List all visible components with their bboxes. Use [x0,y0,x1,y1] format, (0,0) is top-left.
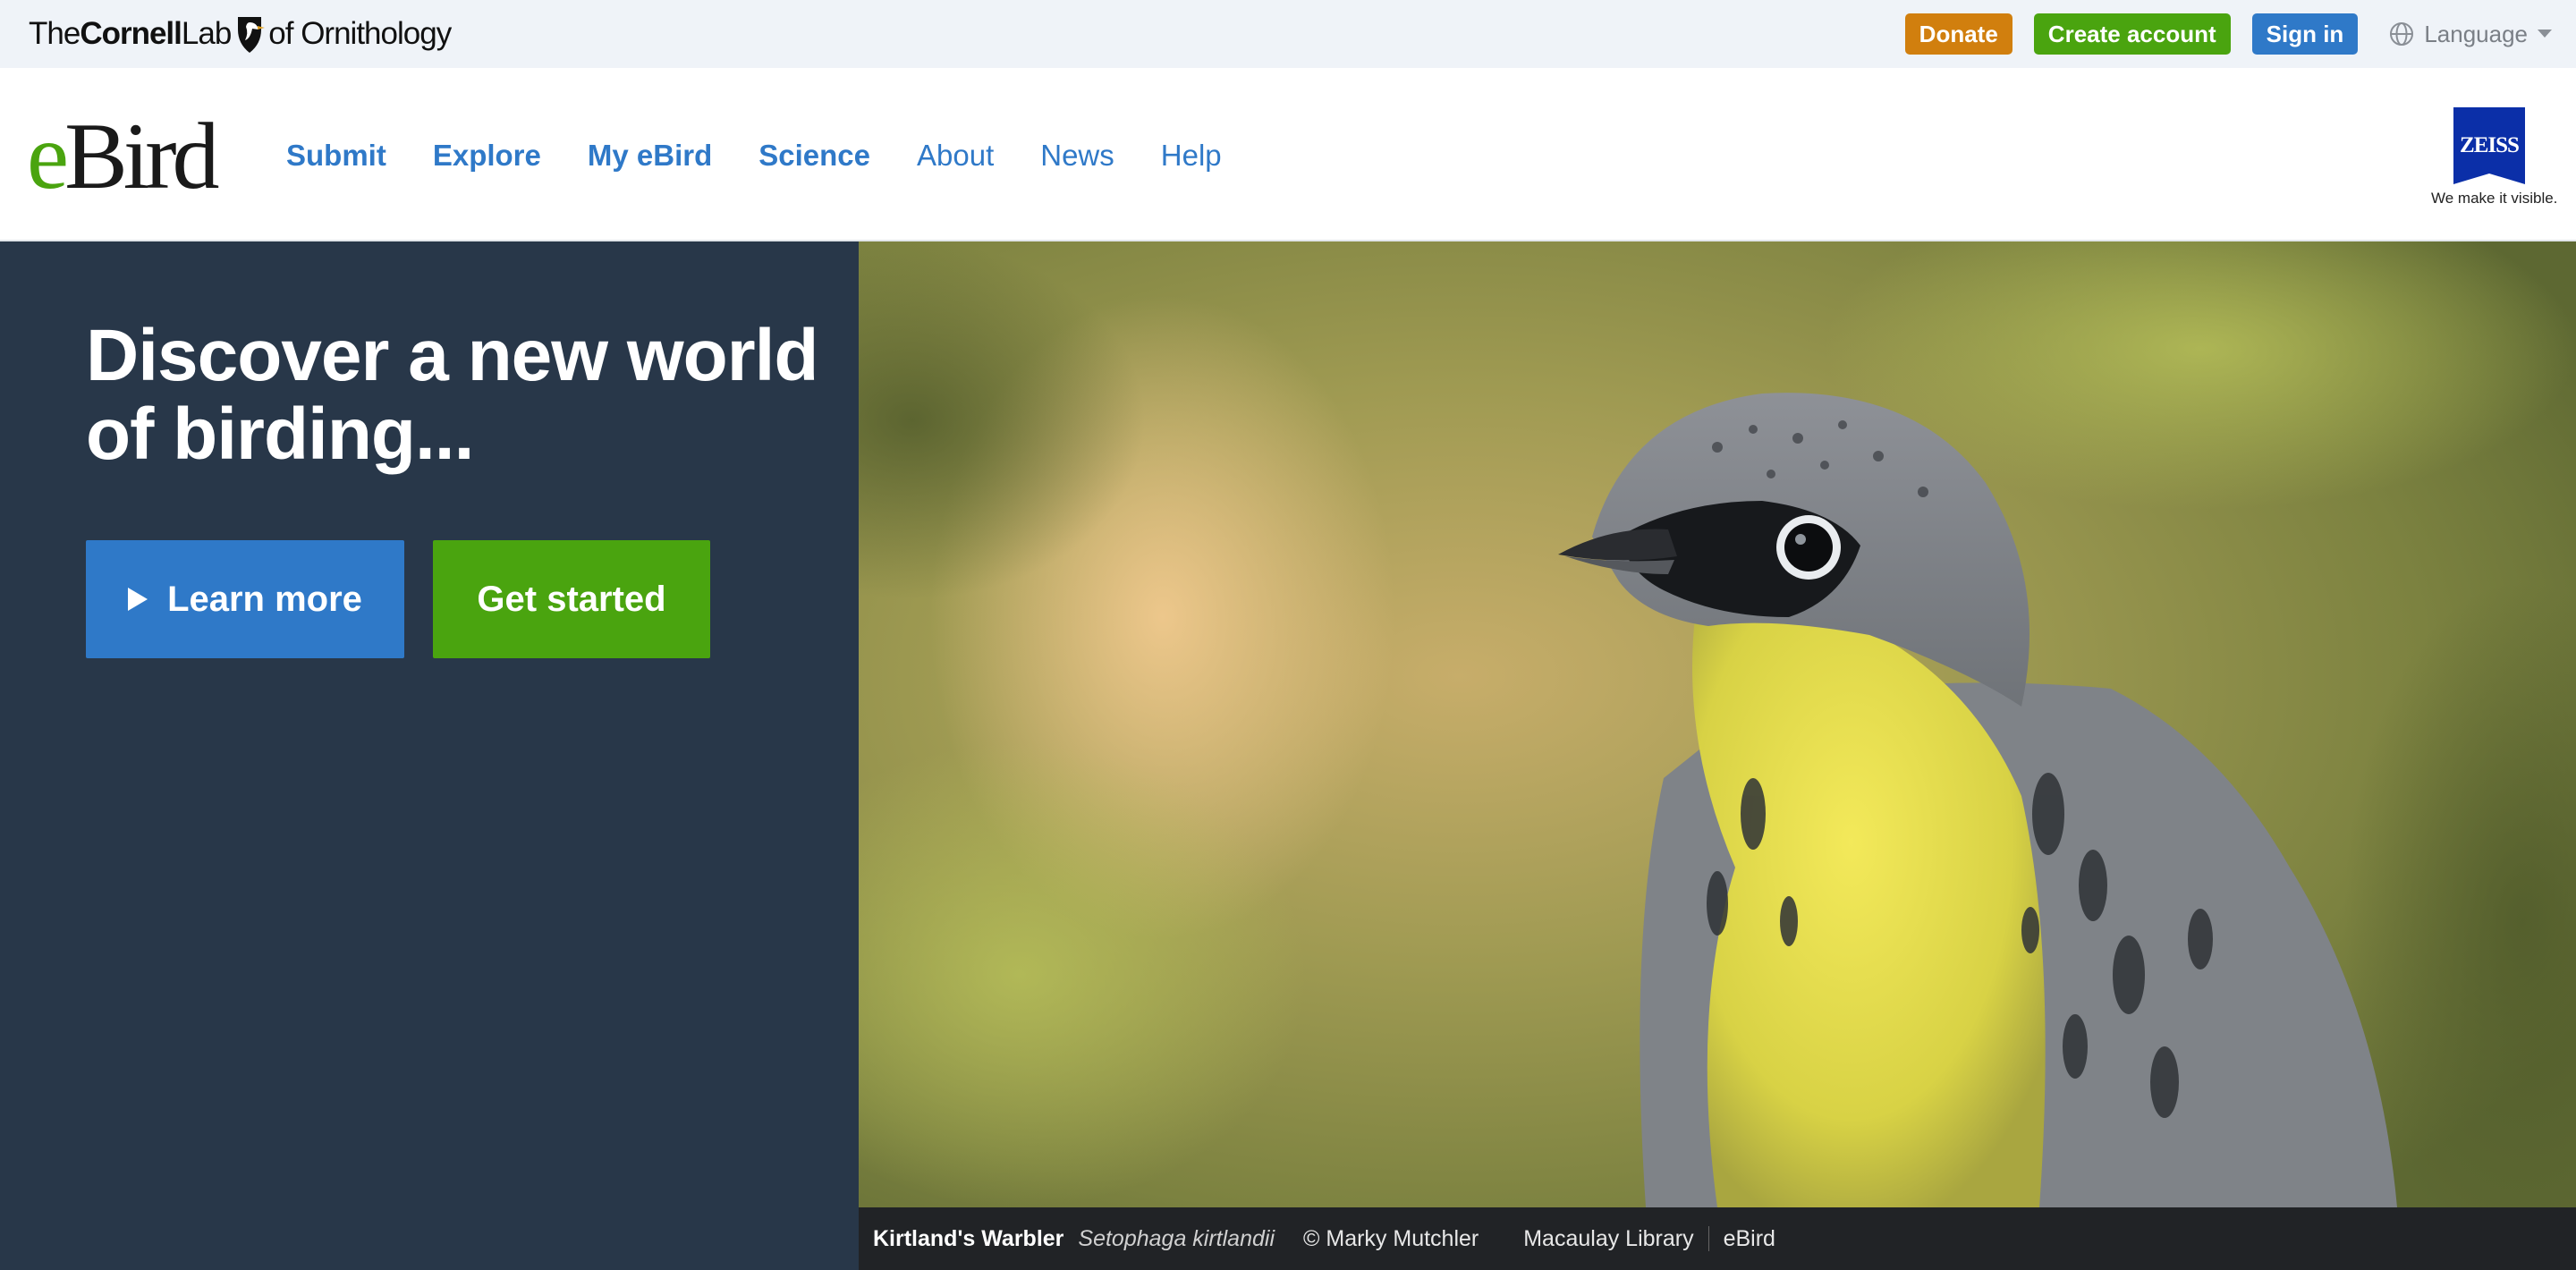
create-account-button[interactable]: Create account [2033,13,2231,55]
logo-text-the: The [29,16,80,51]
caption-common-name[interactable]: Kirtland's Warbler [873,1226,1063,1252]
learn-more-button[interactable]: Learn more [86,540,404,658]
zeiss-mark: ZEISS [2453,107,2525,184]
account-actions: Donate Create account Sign in Language [1904,13,2553,55]
caption-library-link[interactable]: Macaulay Library [1523,1226,1693,1252]
caption-source-link[interactable]: eBird [1724,1226,1775,1252]
hero-photo [859,241,2576,1207]
zeiss-tagline: We make it visible. [2431,190,2558,207]
main-navbar: eBird Submit Explore My eBird Science Ab… [0,68,2576,241]
get-started-button[interactable]: Get started [433,540,710,658]
cornell-bird-icon [238,17,266,53]
logo-text-lab: Lab [181,16,232,51]
photo-caption: Kirtland's Warbler Setophaga kirtlandii … [859,1207,2576,1270]
utility-bar: The Cornell Lab of Ornithology Donate Crea… [0,0,2576,68]
cornell-lab-logo[interactable]: The Cornell Lab of Ornithology [29,11,452,57]
sign-in-button[interactable]: Sign in [2251,13,2359,55]
primary-nav: Submit Explore My eBird Science About Ne… [286,131,1268,181]
nav-my-ebird[interactable]: My eBird [588,139,712,173]
warbler-photo [859,241,2576,1207]
nav-explore[interactable]: Explore [433,139,541,173]
logo-text-of-ornithology: of Ornithology [268,16,452,51]
zeiss-sponsor-logo[interactable]: ZEISS We make it visible. [2431,107,2558,207]
hero-title: Discover a new world of birding... [86,315,819,475]
ebird-logo[interactable]: eBird [27,109,220,204]
learn-more-label: Learn more [167,579,362,619]
play-icon [128,588,148,611]
logo-text-cornell: Cornell [80,16,182,51]
ebird-logo-e: e [27,104,69,208]
nav-help[interactable]: Help [1161,139,1222,173]
nav-news[interactable]: News [1040,139,1114,173]
caption-divider [1707,1226,1709,1251]
caption-scientific-name: Setophaga kirtlandii [1078,1225,1275,1251]
caret-down-icon [2538,30,2552,38]
language-selector[interactable]: Language [2388,21,2553,48]
ebird-logo-bird: Bird [64,104,219,208]
globe-icon [2390,22,2414,46]
donate-button[interactable]: Donate [1904,13,2012,55]
nav-about[interactable]: About [917,139,994,173]
nav-science[interactable]: Science [758,139,870,173]
caption-credit: © Marky Mutchler [1303,1225,1479,1251]
language-label: Language [2424,20,2528,47]
nav-submit[interactable]: Submit [286,139,386,173]
